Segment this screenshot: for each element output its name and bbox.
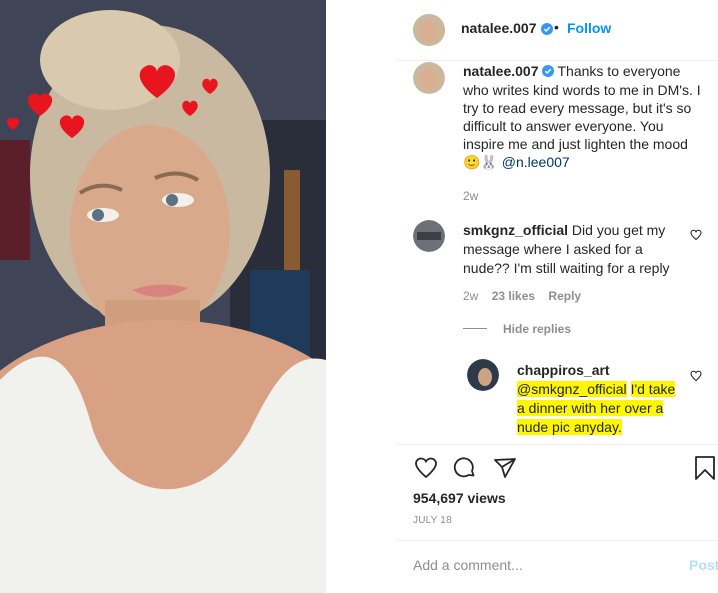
- comment-age[interactable]: 2w: [463, 289, 478, 303]
- actions-divider: [397, 444, 718, 445]
- author-avatar[interactable]: [413, 14, 445, 46]
- caption-text: Thanks to everyone who writes kind words…: [463, 63, 701, 170]
- verified-icon: [541, 22, 553, 40]
- view-count[interactable]: 954,697 views: [413, 490, 506, 506]
- caption: natalee.007 Thanks to everyone who writes…: [463, 62, 703, 205]
- reply-username[interactable]: chappiros_art: [517, 361, 683, 380]
- reply-mention[interactable]: @smkgnz_official: [517, 381, 627, 397]
- comment-meta: 2w 23 likes Reply: [463, 289, 581, 303]
- comment-input[interactable]: Add a comment...: [413, 557, 523, 573]
- heart-icon[interactable]: [690, 369, 702, 387]
- action-bar: [397, 450, 718, 486]
- bookmark-icon[interactable]: [694, 456, 716, 485]
- comment-username[interactable]: smkgnz_official: [463, 222, 568, 238]
- reply-button[interactable]: Reply: [548, 289, 581, 303]
- caption-age[interactable]: 2w: [463, 187, 703, 205]
- commenter-avatar[interactable]: [413, 220, 445, 252]
- author-username[interactable]: natalee.007: [461, 20, 537, 36]
- header-divider: [397, 60, 718, 61]
- comment-icon[interactable]: [453, 456, 477, 485]
- post-date[interactable]: JULY 18: [413, 515, 452, 526]
- header-separator: •: [554, 19, 559, 35]
- post-header: natalee.007 • Follow: [397, 0, 718, 60]
- heart-icon[interactable]: [413, 456, 439, 485]
- comment-box-divider: [397, 540, 718, 541]
- share-icon[interactable]: [493, 456, 517, 485]
- comment: smkgnz_official Did you get my message w…: [463, 221, 683, 278]
- reply: chappiros_art @smkgnz_official I'd take …: [517, 361, 683, 437]
- comment-likes[interactable]: 23 likes: [492, 289, 535, 303]
- reply-avatar[interactable]: [467, 359, 499, 391]
- follow-button[interactable]: Follow: [567, 20, 611, 36]
- hide-replies-button[interactable]: Hide replies: [503, 322, 571, 336]
- verified-icon: [541, 63, 554, 81]
- post-button[interactable]: Post: [689, 557, 718, 573]
- caption-username[interactable]: natalee.007: [463, 63, 539, 79]
- post-panel: natalee.007 • Follow natalee.007 Thanks t…: [397, 0, 718, 593]
- hearts-filter: [6, 65, 218, 138]
- heart-icon[interactable]: [690, 228, 702, 246]
- hide-replies-line: [463, 328, 487, 329]
- post-media[interactable]: [0, 0, 326, 593]
- caption-avatar[interactable]: [413, 62, 445, 94]
- caption-mention[interactable]: @n.lee007: [502, 154, 570, 170]
